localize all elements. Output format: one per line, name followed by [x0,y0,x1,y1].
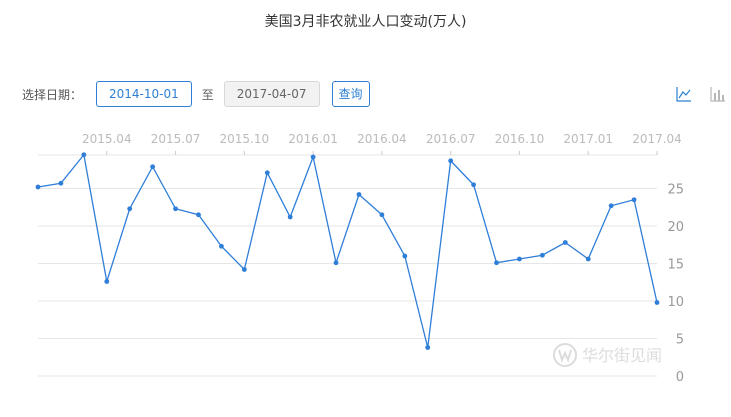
to-label: 至 [201,87,214,102]
data-point [58,180,64,186]
watermark-text: 华尔街见闻 [582,346,662,365]
x-tick-label: 2016.01 [288,132,338,146]
data-point [402,253,408,259]
data-point [379,212,385,218]
x-tick-label: 2015.04 [82,132,132,146]
data-point [539,252,545,258]
data-point [608,203,614,209]
data-point [425,345,431,350]
data-point [104,279,110,284]
data-point [287,214,293,220]
data-point [356,192,362,197]
data-point [471,182,476,188]
watermark-logo: 华尔街见闻 [552,340,672,370]
x-axis-ticks: 2015.04 2015.07 2015.10 2016.01 2016.04 2016.… [82,132,682,155]
series-points [35,152,660,350]
data-point [264,170,270,176]
y-tick-label: 15 [667,258,684,273]
data-point [310,154,316,160]
data-point [654,300,660,305]
data-point [173,206,178,212]
y-tick-label: 25 [667,183,684,198]
bar-chart-icon[interactable] [710,86,726,102]
x-tick-label: 2016.10 [495,132,545,146]
x-tick-label: 2016.04 [357,132,407,146]
line-chart-icon[interactable] [676,86,692,102]
y-tick-label: 20 [667,220,684,235]
data-point [562,240,568,245]
series-line-path [37,153,658,348]
data-point [631,197,637,203]
date-filter: 选择日期： 2014-10-01 至 2017-04-07 查询 [22,80,370,108]
data-point [127,206,133,212]
select-date-label: 选择日期： [22,87,83,102]
data-point [150,164,156,170]
data-point [219,243,224,249]
chart-type-toolbar [676,86,731,102]
data-point [241,267,247,272]
data-point [448,158,454,164]
data-point [585,256,591,262]
end-date-input[interactable]: 2017-04-07 [223,81,320,107]
start-date-input[interactable]: 2014-10-01 [96,81,192,107]
y-tick-label: 10 [667,295,684,310]
y-tick-label: 5 [676,333,684,348]
data-point [196,212,201,218]
query-button[interactable]: 查询 [331,81,370,107]
x-tick-label: 2015.07 [151,132,201,146]
data-point [333,260,339,266]
x-tick-label: 2016.07 [426,132,476,146]
x-tick-label: 2017.04 [632,132,682,146]
data-point [35,184,41,190]
data-point [81,152,87,158]
x-tick-label: 2015.10 [220,132,270,146]
data-point [494,260,499,266]
chart-title: 美国3月非农就业人口变动(万人) [264,14,467,30]
data-point [517,256,522,262]
x-tick-label: 2017.01 [563,132,613,146]
series-line [37,153,658,348]
y-tick-label: 0 [676,370,684,385]
